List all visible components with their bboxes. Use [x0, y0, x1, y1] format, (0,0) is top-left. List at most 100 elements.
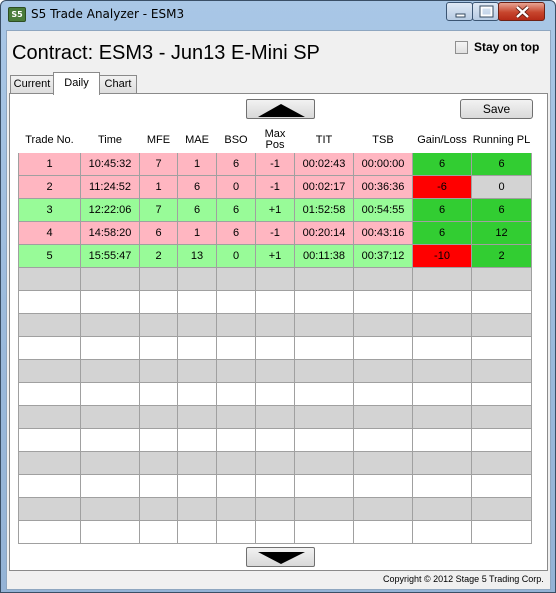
cell-time: 14:58:20: [80, 221, 140, 245]
empty-table-row[interactable]: [18, 497, 532, 521]
empty-cell: [353, 382, 413, 406]
empty-table-row[interactable]: [18, 267, 532, 291]
empty-table-row[interactable]: [18, 336, 532, 360]
maximize-button[interactable]: [472, 2, 499, 21]
cell-mae: 1: [177, 221, 217, 245]
empty-table-row[interactable]: [18, 290, 532, 314]
empty-cell: [139, 474, 178, 498]
empty-cell: [18, 290, 81, 314]
empty-cell: [139, 451, 178, 475]
scroll-up-button[interactable]: [246, 99, 315, 119]
scroll-down-button[interactable]: [246, 547, 315, 567]
empty-cell: [177, 359, 217, 383]
empty-cell: [177, 497, 217, 521]
empty-table-row[interactable]: [18, 359, 532, 383]
empty-cell: [412, 520, 472, 544]
empty-cell: [471, 520, 532, 544]
empty-cell: [80, 474, 140, 498]
col-header-mfe[interactable]: MFE: [139, 127, 178, 153]
table-row[interactable]: 4 14:58:20 6 1 6 -1 00:20:14 00:43:16 6 …: [18, 221, 532, 245]
empty-cell: [18, 359, 81, 383]
empty-cell: [471, 313, 532, 337]
cell-time: 11:24:52: [80, 175, 140, 199]
empty-cell: [471, 451, 532, 475]
empty-table-row[interactable]: [18, 382, 532, 406]
col-header-bso[interactable]: BSO: [216, 127, 256, 153]
col-header-mae[interactable]: MAE: [177, 127, 217, 153]
empty-cell: [255, 497, 295, 521]
empty-cell: [294, 405, 354, 429]
cell-mfe: 7: [139, 198, 178, 222]
tab-daily[interactable]: Daily: [53, 72, 100, 95]
cell-time: 12:22:06: [80, 198, 140, 222]
empty-cell: [255, 267, 295, 291]
col-header-trade-no[interactable]: Trade No.: [18, 127, 81, 153]
empty-cell: [353, 313, 413, 337]
col-header-max-pos[interactable]: Max Pos: [255, 127, 295, 153]
empty-table-row[interactable]: [18, 520, 532, 544]
table-row[interactable]: 2 11:24:52 1 6 0 -1 00:02:17 00:36:36 -6…: [18, 175, 532, 199]
cell-running-pl: 6: [471, 152, 532, 176]
col-header-running-pl[interactable]: Running PL: [471, 127, 532, 153]
cell-max-pos: +1: [255, 198, 295, 222]
empty-cell: [412, 428, 472, 452]
close-button[interactable]: [498, 2, 545, 21]
empty-cell: [216, 267, 256, 291]
empty-cell: [294, 336, 354, 360]
tab-chart[interactable]: Chart: [99, 75, 137, 94]
cell-running-pl: 6: [471, 198, 532, 222]
window-title: S5 Trade Analyzer - ESM3: [31, 7, 185, 21]
triangle-up-icon: [258, 104, 305, 117]
cell-tsb: 00:36:36: [353, 175, 413, 199]
empty-cell: [216, 359, 256, 383]
cell-mfe: 1: [139, 175, 178, 199]
empty-cell: [18, 313, 81, 337]
cell-tsb: 00:37:12: [353, 244, 413, 268]
table-row[interactable]: 3 12:22:06 7 6 6 +1 01:52:58 00:54:55 6 …: [18, 198, 532, 222]
empty-cell: [294, 382, 354, 406]
empty-cell: [412, 313, 472, 337]
cell-tit: 00:20:14: [294, 221, 354, 245]
empty-cell: [412, 336, 472, 360]
col-header-tsb[interactable]: TSB: [353, 127, 413, 153]
empty-cell: [353, 474, 413, 498]
empty-table-row[interactable]: [18, 428, 532, 452]
cell-trade-no: 3: [18, 198, 81, 222]
cell-gain-loss: -6: [412, 175, 472, 199]
empty-cell: [353, 520, 413, 544]
tab-current[interactable]: Current: [10, 75, 54, 94]
col-header-tit[interactable]: TIT: [294, 127, 354, 153]
empty-cell: [294, 290, 354, 314]
maximize-icon: [479, 5, 494, 18]
minimize-button[interactable]: [446, 2, 473, 21]
stay-on-top-checkbox[interactable]: [455, 41, 468, 54]
empty-cell: [18, 520, 81, 544]
empty-cell: [216, 382, 256, 406]
empty-table-row[interactable]: [18, 313, 532, 337]
cell-mfe: 6: [139, 221, 178, 245]
empty-cell: [139, 359, 178, 383]
table-row[interactable]: 5 15:55:47 2 13 0 +1 00:11:38 00:37:12 -…: [18, 244, 532, 268]
col-header-gain-loss[interactable]: Gain/Loss: [412, 127, 472, 153]
empty-cell: [255, 405, 295, 429]
cell-gain-loss: 6: [412, 221, 472, 245]
empty-cell: [177, 336, 217, 360]
cell-tit: 01:52:58: [294, 198, 354, 222]
empty-cell: [80, 359, 140, 383]
empty-cell: [471, 405, 532, 429]
empty-cell: [80, 428, 140, 452]
empty-table-row[interactable]: [18, 474, 532, 498]
empty-cell: [471, 497, 532, 521]
table-header-row: Trade No. Time MFE MAE BSO Max Pos TIT T…: [18, 127, 532, 153]
empty-cell: [412, 382, 472, 406]
empty-cell: [139, 267, 178, 291]
title-bar[interactable]: S5 S5 Trade Analyzer - ESM3: [1, 1, 555, 29]
cell-max-pos: -1: [255, 175, 295, 199]
cell-tit: 00:02:43: [294, 152, 354, 176]
empty-cell: [255, 290, 295, 314]
table-row[interactable]: 1 10:45:32 7 1 6 -1 00:02:43 00:00:00 6 …: [18, 152, 532, 176]
empty-table-row[interactable]: [18, 451, 532, 475]
empty-table-row[interactable]: [18, 405, 532, 429]
col-header-time[interactable]: Time: [80, 127, 140, 153]
save-button[interactable]: Save: [460, 99, 533, 119]
